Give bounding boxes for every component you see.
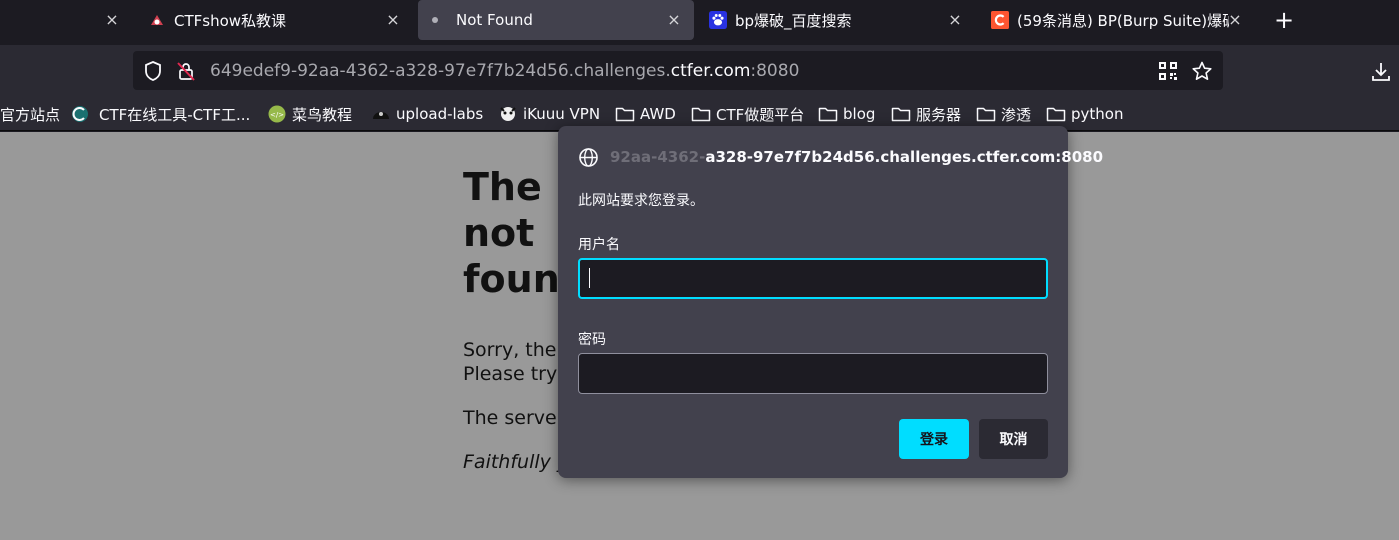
dialog-host: 92aa-4362-a328-97e7f7b24d56.challenges.c… (610, 148, 1103, 166)
navigation-toolbar: 649edef9-92aa-4362-a328-97e7f7b24d56.cha… (0, 45, 1399, 95)
tab-ctfshow[interactable]: CTFshow私教课 × (136, 0, 412, 40)
password-field[interactable] (578, 353, 1048, 394)
insecure-lock-icon[interactable] (175, 60, 197, 82)
tab-strip: × CTFshow私教课 × Not Found × bp爆破_百度搜索 × (… (0, 0, 1399, 45)
tab-title: CTFshow私教课 (174, 11, 287, 30)
csdn-favicon (991, 11, 1009, 29)
tab-close-icon[interactable]: × (1225, 9, 1245, 29)
dialog-message: 此网站要求您登录。 (578, 193, 704, 209)
ikuuu-favicon (498, 105, 518, 123)
bookmark-label: upload-labs (396, 105, 484, 123)
bookmark-label: blog (843, 105, 876, 123)
bookmark-label: 菜鸟教程 (292, 105, 353, 124)
tab-close-icon[interactable]: × (102, 9, 122, 29)
bookmark-folder-pentest[interactable]: 渗透 (976, 104, 1031, 124)
bookmark-label: 官方站点 (0, 105, 61, 124)
tab-title: bp爆破_百度搜索 (735, 11, 852, 30)
url-port: :8080 (750, 61, 800, 81)
password-label: 密码 (578, 332, 606, 348)
svg-text:</>: </> (270, 111, 284, 119)
new-tab-button[interactable]: + (1271, 6, 1297, 34)
bookmark-runoob[interactable]: </> 菜鸟教程 (267, 104, 352, 124)
bookmark-label: iKuuu VPN (523, 105, 601, 123)
bookmark-folder-python[interactable]: python (1046, 104, 1123, 124)
runoob-favicon: </> (267, 105, 287, 123)
globe-icon (578, 147, 599, 168)
tab-close-icon[interactable]: × (383, 9, 403, 29)
qr-code-icon[interactable] (1157, 60, 1179, 82)
bookmark-label: 服务器 (916, 105, 962, 124)
bookmark-label: AWD (640, 105, 676, 123)
bookmark-label: CTF做题平台 (716, 105, 805, 124)
bookmark-label: python (1071, 105, 1124, 123)
http-auth-dialog: 92aa-4362-a328-97e7f7b24d56.challenges.c… (558, 126, 1103, 478)
bookmark-label: CTF在线工具-CTF工... (99, 105, 251, 124)
folder-icon (615, 105, 635, 123)
bookmark-folder-blog[interactable]: blog (818, 104, 875, 124)
bookmark-ikuuu[interactable]: iKuuu VPN (498, 104, 600, 124)
download-icon[interactable] (1370, 61, 1392, 83)
folder-icon (976, 105, 996, 123)
bookmark-upload-labs[interactable]: upload-labs (371, 104, 483, 124)
username-field[interactable] (578, 258, 1048, 299)
star-icon[interactable] (1191, 60, 1213, 82)
login-button[interactable]: 登录 (899, 419, 969, 459)
bookmark-folder-ctf-platform[interactable]: CTF做题平台 (691, 104, 804, 124)
tab-close-icon[interactable]: × (664, 9, 684, 29)
url-domain: ctfer.com (670, 61, 751, 81)
ctf-tools-favicon (70, 105, 90, 123)
tab-csdn[interactable]: (59条消息) BP(Burp Suite)爆破 × (982, 0, 1258, 40)
folder-icon (1046, 105, 1066, 123)
tab-1[interactable]: × (0, 0, 130, 40)
folder-icon (691, 105, 711, 123)
folder-icon (891, 105, 911, 123)
tab-baidu[interactable]: bp爆破_百度搜索 × (700, 0, 976, 40)
shield-icon[interactable] (142, 60, 164, 82)
bookmark-folder-server[interactable]: 服务器 (891, 104, 961, 124)
bookmark-official-site[interactable]: 官方站点 (0, 104, 60, 124)
tab-title: Not Found (456, 11, 533, 29)
bookmark-ctf-tools[interactable]: CTF在线工具-CTF工... (70, 104, 250, 124)
url-text[interactable]: 649edef9-92aa-4362-a328-97e7f7b24d56.cha… (210, 61, 799, 81)
folder-icon (818, 105, 838, 123)
tab-title: (59条消息) BP(Burp Suite)爆破 (1017, 11, 1229, 30)
loading-dot-icon (428, 11, 442, 29)
host-faded-part: 92aa-4362- (610, 148, 706, 166)
bookmark-folder-awd[interactable]: AWD (615, 104, 676, 124)
text-caret (589, 268, 590, 288)
upload-labs-favicon (371, 105, 391, 123)
ctfshow-favicon (148, 11, 166, 29)
address-bar[interactable]: 649edef9-92aa-4362-a328-97e7f7b24d56.cha… (133, 51, 1223, 90)
baidu-favicon (709, 11, 727, 29)
tab-close-icon[interactable]: × (945, 9, 965, 29)
heading-part: not (463, 211, 535, 255)
username-label: 用户名 (578, 237, 620, 253)
bookmark-label: 渗透 (1001, 105, 1032, 124)
tab-not-found[interactable]: Not Found × (418, 0, 694, 40)
cancel-button[interactable]: 取消 (979, 419, 1048, 459)
url-prefix: 649edef9-92aa-4362-a328-97e7f7b24d56.cha… (210, 61, 671, 81)
host-part: a328-97e7f7b24d56.challenges.ctfer.com:8… (705, 148, 1104, 166)
